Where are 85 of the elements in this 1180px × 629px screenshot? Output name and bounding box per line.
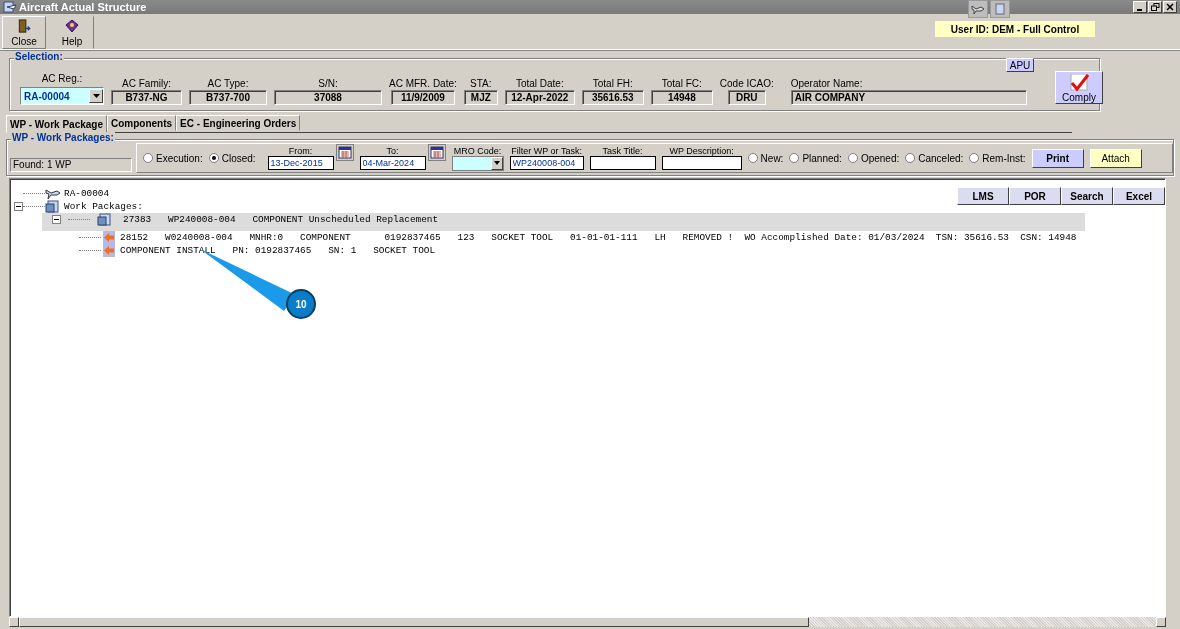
readonly-field: DRU <box>727 90 766 105</box>
tab[interactable]: WP - Work Package <box>6 115 107 133</box>
action-button[interactable]: Print <box>1031 148 1084 168</box>
radio-option[interactable]: Closed: <box>208 152 256 164</box>
airplane-icon[interactable] <box>968 0 988 18</box>
minimize-button[interactable] <box>1133 1 1147 13</box>
radio-option[interactable]: Execution: <box>143 152 203 164</box>
readonly-field: B737-NG <box>111 90 182 105</box>
field-label: AC Family: <box>122 78 171 90</box>
radio-option[interactable]: Rem-Inst: <box>969 152 1026 164</box>
radio-option[interactable]: Planned: <box>789 152 842 164</box>
date-field[interactable]: 13-Dec-2015 <box>267 156 334 170</box>
filter-field[interactable]: WP240008-004 <box>509 156 584 170</box>
toolbar-button[interactable]: Close <box>2 16 46 49</box>
tree-item[interactable]: Work Packages: <box>64 201 143 212</box>
readonly-field: B737-700 <box>189 90 267 105</box>
mro-dropdown[interactable] <box>451 155 504 171</box>
restore-button[interactable] <box>1148 1 1162 13</box>
field-label: WP Description: <box>669 146 734 156</box>
airplane-icon <box>45 187 61 200</box>
tool-button[interactable]: POR <box>1009 187 1061 205</box>
readonly-field: 14948 <box>650 90 713 105</box>
apu-button[interactable]: APU <box>1006 58 1034 72</box>
arrow-icon <box>101 244 117 257</box>
checkmark-icon <box>1068 74 1090 92</box>
readonly-field: 37088 <box>274 90 382 105</box>
close-button[interactable] <box>1163 1 1177 13</box>
document-stack-icon <box>97 213 113 226</box>
field-label: Total FC: <box>661 78 702 90</box>
task-title-field[interactable] <box>589 156 656 170</box>
restore-icon <box>1150 3 1160 11</box>
tree-item[interactable]: 27383 WP240008-004 COMPONENT Unscheduled Replacement <box>123 214 439 225</box>
action-button[interactable]: Attach <box>1089 148 1142 168</box>
field-label: S/N: <box>318 78 338 90</box>
field-label: MRO Code: <box>453 145 502 156</box>
user-badge: User ID: DEM - Full Control <box>935 21 1095 37</box>
field-label: Total Date: <box>515 78 564 90</box>
found-count: Found: 1 WP <box>10 158 132 172</box>
tab[interactable]: Components <box>107 115 177 131</box>
arrow-icon <box>101 231 117 244</box>
readonly-field: 11/9/2009 <box>390 90 455 105</box>
field-label: From: <box>288 146 313 156</box>
caret-icon <box>92 94 100 98</box>
field-label: To: <box>386 146 399 156</box>
calendar-icon[interactable] <box>427 144 446 161</box>
exit-door-icon <box>17 19 31 34</box>
tree-item[interactable]: 28152 W0240008-004 MNHR:0 COMPONENT 0192837465 123 SOCKET TOOL 01-01-01-111 LH REMOVED ! WO Accomplished Date: 01/03/2024 TSN: 35616.53 CSN: 14948 <box>120 232 1077 243</box>
field-label: Operator Name: <box>790 78 863 90</box>
readonly-field: MJZ <box>463 90 498 105</box>
calendar-icon[interactable] <box>335 144 354 161</box>
field-label: STA: <box>470 78 492 90</box>
callout-badge: 10 <box>286 289 316 319</box>
document-stack-icon <box>45 200 61 213</box>
radio-option[interactable]: Canceled: <box>905 152 964 164</box>
tool-button[interactable]: Search <box>1061 187 1113 205</box>
app-icon <box>3 1 17 13</box>
radio-option[interactable]: Opened: <box>847 152 900 164</box>
group-legend: Selection: <box>14 51 64 62</box>
field-label: AC MFR. Date: <box>389 78 457 90</box>
window-title: Aircraft Actual Structure <box>19 1 147 13</box>
collapse-toggle[interactable] <box>14 202 23 211</box>
tree-item[interactable]: COMPONENT INSTALL PN: 0192837465 SN: 1 SOCKET TOOL <box>120 245 436 256</box>
readonly-field: 12-Apr-2022 <box>504 90 575 105</box>
field-label: Total FH: <box>592 78 633 90</box>
group-legend: WP - Work Packages: <box>11 132 115 143</box>
tab[interactable]: EC - Engineering Orders <box>176 115 301 131</box>
field-label: Task Title: <box>602 146 643 156</box>
radio-option[interactable]: New: <box>747 152 784 164</box>
collapse-toggle[interactable] <box>52 215 61 224</box>
caret-icon <box>493 161 500 165</box>
readonly-field: 35616.53 <box>581 90 644 105</box>
close-icon <box>1166 3 1174 11</box>
date-field[interactable]: 04-Mar-2024 <box>359 156 426 170</box>
reg-dropdown[interactable]: RA-00004 <box>20 87 104 105</box>
field-label: Code ICAO: <box>719 78 774 90</box>
readonly-field: AIR COMPANY <box>790 90 1027 105</box>
tool-button[interactable]: LMS <box>957 187 1009 205</box>
field-label: Filter WP or Task: <box>511 146 582 156</box>
description-field[interactable] <box>661 156 742 170</box>
tree-item[interactable]: RA-00004 <box>64 188 109 199</box>
field-label: AC Type: <box>207 78 249 90</box>
field-label: AC Reg.: <box>41 73 83 85</box>
horizontal-scrollbar[interactable] <box>9 617 1166 627</box>
tool-button[interactable]: Excel <box>1113 187 1165 205</box>
comply-button[interactable]: Comply <box>1055 71 1103 104</box>
